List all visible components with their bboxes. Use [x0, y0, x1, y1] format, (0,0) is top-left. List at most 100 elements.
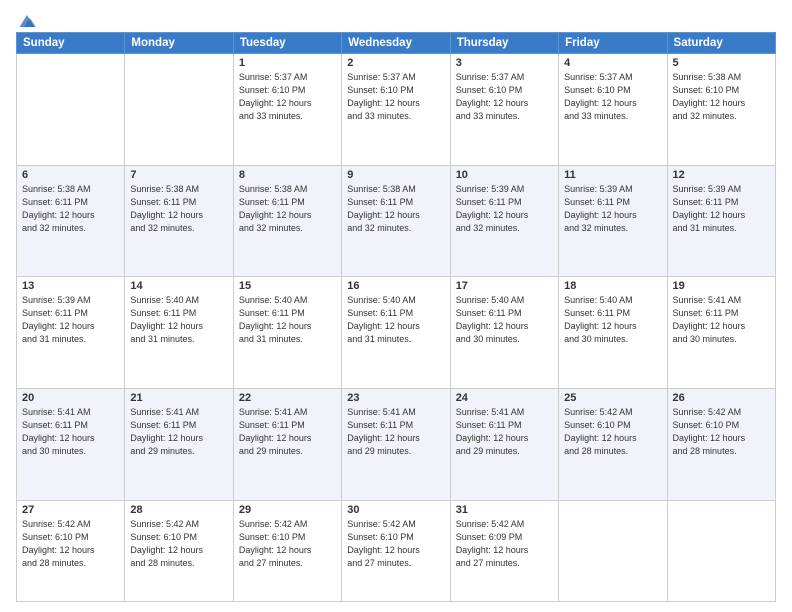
- day-number: 10: [456, 169, 553, 181]
- day-info: Sunrise: 5:37 AM Sunset: 6:10 PM Dayligh…: [564, 71, 661, 123]
- calendar-cell: 17Sunrise: 5:40 AM Sunset: 6:11 PM Dayli…: [450, 277, 558, 389]
- day-number: 24: [456, 392, 553, 404]
- calendar-cell: 30Sunrise: 5:42 AM Sunset: 6:10 PM Dayli…: [342, 500, 450, 602]
- calendar-header-saturday: Saturday: [667, 33, 775, 54]
- day-info: Sunrise: 5:42 AM Sunset: 6:09 PM Dayligh…: [456, 518, 553, 570]
- calendar-cell: 21 Sunrise: 5:41 AM Sunset: 6:11 PM Dayli…: [125, 388, 233, 500]
- calendar-cell: 24 Sunrise: 5:41 AM Sunset: 6:11 PM Dayli…: [450, 388, 558, 500]
- day-number: 12: [673, 169, 770, 181]
- day-number: 13: [22, 280, 119, 292]
- day-number: 20: [22, 392, 119, 404]
- calendar-header-monday: Monday: [125, 33, 233, 54]
- logo-icon: [18, 12, 36, 30]
- day-info: Sunrise: 5:37 AM Sunset: 6:10 PM Dayligh…: [347, 71, 444, 123]
- calendar-week-row: 13 Sunrise: 5:39 AM Sunset: 6:11 PM Dayli…: [17, 277, 776, 389]
- day-number: 8: [239, 169, 336, 181]
- calendar-cell: 7 Sunrise: 5:38 AM Sunset: 6:11 PM Daylig…: [125, 165, 233, 277]
- calendar-cell: 22 Sunrise: 5:41 AM Sunset: 6:11 PM Dayli…: [233, 388, 341, 500]
- calendar-header-thursday: Thursday: [450, 33, 558, 54]
- day-number: 28: [130, 504, 227, 516]
- day-info: Sunrise: 5:38 AM Sunset: 6:10 PM Dayligh…: [673, 71, 770, 123]
- day-info: Sunrise: 5:39 AM Sunset: 6:11 PM Dayligh…: [564, 183, 661, 235]
- calendar-cell: 6 Sunrise: 5:38 AM Sunset: 6:11 PM Daylig…: [17, 165, 125, 277]
- header: [16, 10, 776, 30]
- day-info: Sunrise: 5:39 AM Sunset: 6:11 PM Dayligh…: [456, 183, 553, 235]
- day-number: 22: [239, 392, 336, 404]
- calendar-header-wednesday: Wednesday: [342, 33, 450, 54]
- page: SundayMondayTuesdayWednesdayThursdayFrid…: [0, 0, 792, 612]
- day-number: 23: [347, 392, 444, 404]
- day-info: Sunrise: 5:42 AM Sunset: 6:10 PM Dayligh…: [673, 406, 770, 458]
- day-number: 7: [130, 169, 227, 181]
- day-info: Sunrise: 5:38 AM Sunset: 6:11 PM Dayligh…: [22, 183, 119, 235]
- calendar-cell: 14 Sunrise: 5:40 AM Sunset: 6:11 PM Dayli…: [125, 277, 233, 389]
- calendar-cell: 2 Sunrise: 5:37 AM Sunset: 6:10 PM Daylig…: [342, 54, 450, 166]
- calendar-cell: 9 Sunrise: 5:38 AM Sunset: 6:11 PM Daylig…: [342, 165, 450, 277]
- day-number: 14: [130, 280, 227, 292]
- day-info: Sunrise: 5:40 AM Sunset: 6:11 PM Dayligh…: [347, 294, 444, 346]
- day-number: 25: [564, 392, 661, 404]
- calendar-cell: 3 Sunrise: 5:37 AM Sunset: 6:10 PM Daylig…: [450, 54, 558, 166]
- day-info: Sunrise: 5:41 AM Sunset: 6:11 PM Dayligh…: [22, 406, 119, 458]
- calendar-cell: 4 Sunrise: 5:37 AM Sunset: 6:10 PM Daylig…: [559, 54, 667, 166]
- calendar-cell: 13 Sunrise: 5:39 AM Sunset: 6:11 PM Dayli…: [17, 277, 125, 389]
- day-number: 21: [130, 392, 227, 404]
- day-info: Sunrise: 5:39 AM Sunset: 6:11 PM Dayligh…: [22, 294, 119, 346]
- calendar-cell: 12 Sunrise: 5:39 AM Sunset: 6:11 PM Dayli…: [667, 165, 775, 277]
- calendar-cell: 16 Sunrise: 5:40 AM Sunset: 6:11 PM Dayli…: [342, 277, 450, 389]
- calendar-cell: 28Sunrise: 5:42 AM Sunset: 6:10 PM Dayli…: [125, 500, 233, 602]
- calendar-cell: [667, 500, 775, 602]
- day-number: 9: [347, 169, 444, 181]
- day-number: 2: [347, 57, 444, 69]
- calendar-header-friday: Friday: [559, 33, 667, 54]
- calendar-cell: [17, 54, 125, 166]
- day-info: Sunrise: 5:41 AM Sunset: 6:11 PM Dayligh…: [239, 406, 336, 458]
- day-info: Sunrise: 5:42 AM Sunset: 6:10 PM Dayligh…: [22, 518, 119, 570]
- day-number: 16: [347, 280, 444, 292]
- day-number: 4: [564, 57, 661, 69]
- day-info: Sunrise: 5:37 AM Sunset: 6:10 PM Dayligh…: [239, 71, 336, 123]
- calendar-week-row: 6 Sunrise: 5:38 AM Sunset: 6:11 PM Daylig…: [17, 165, 776, 277]
- day-info: Sunrise: 5:38 AM Sunset: 6:11 PM Dayligh…: [239, 183, 336, 235]
- day-number: 11: [564, 169, 661, 181]
- day-info: Sunrise: 5:41 AM Sunset: 6:11 PM Dayligh…: [456, 406, 553, 458]
- day-info: Sunrise: 5:41 AM Sunset: 6:11 PM Dayligh…: [347, 406, 444, 458]
- day-info: Sunrise: 5:41 AM Sunset: 6:11 PM Dayligh…: [130, 406, 227, 458]
- day-info: Sunrise: 5:37 AM Sunset: 6:10 PM Dayligh…: [456, 71, 553, 123]
- day-info: Sunrise: 5:41 AM Sunset: 6:11 PM Dayligh…: [673, 294, 770, 346]
- calendar-cell: 27 Sunrise: 5:42 AM Sunset: 6:10 PM Dayli…: [17, 500, 125, 602]
- logo: [16, 10, 38, 30]
- day-number: 15: [239, 280, 336, 292]
- day-number: 1: [239, 57, 336, 69]
- day-info: Sunrise: 5:39 AM Sunset: 6:11 PM Dayligh…: [673, 183, 770, 235]
- day-number: 19: [673, 280, 770, 292]
- calendar-cell: 18Sunrise: 5:40 AM Sunset: 6:11 PM Dayli…: [559, 277, 667, 389]
- day-info: Sunrise: 5:42 AM Sunset: 6:10 PM Dayligh…: [347, 518, 444, 570]
- day-info: Sunrise: 5:42 AM Sunset: 6:10 PM Dayligh…: [564, 406, 661, 458]
- calendar-cell: [125, 54, 233, 166]
- calendar-cell: 1 Sunrise: 5:37 AM Sunset: 6:10 PM Daylig…: [233, 54, 341, 166]
- day-number: 27: [22, 504, 119, 516]
- day-info: Sunrise: 5:40 AM Sunset: 6:11 PM Dayligh…: [239, 294, 336, 346]
- calendar-cell: 26 Sunrise: 5:42 AM Sunset: 6:10 PM Dayli…: [667, 388, 775, 500]
- day-number: 3: [456, 57, 553, 69]
- calendar-cell: 19 Sunrise: 5:41 AM Sunset: 6:11 PM Dayli…: [667, 277, 775, 389]
- day-number: 29: [239, 504, 336, 516]
- calendar-header-row: SundayMondayTuesdayWednesdayThursdayFrid…: [17, 33, 776, 54]
- calendar-week-row: 27 Sunrise: 5:42 AM Sunset: 6:10 PM Dayli…: [17, 500, 776, 602]
- calendar-header-sunday: Sunday: [17, 33, 125, 54]
- calendar-week-row: 1 Sunrise: 5:37 AM Sunset: 6:10 PM Daylig…: [17, 54, 776, 166]
- day-info: Sunrise: 5:42 AM Sunset: 6:10 PM Dayligh…: [239, 518, 336, 570]
- day-number: 26: [673, 392, 770, 404]
- day-info: Sunrise: 5:38 AM Sunset: 6:11 PM Dayligh…: [347, 183, 444, 235]
- day-number: 31: [456, 504, 553, 516]
- calendar-table: SundayMondayTuesdayWednesdayThursdayFrid…: [16, 32, 776, 602]
- day-number: 6: [22, 169, 119, 181]
- calendar-cell: 29 Sunrise: 5:42 AM Sunset: 6:10 PM Dayli…: [233, 500, 341, 602]
- calendar-week-row: 20 Sunrise: 5:41 AM Sunset: 6:11 PM Dayli…: [17, 388, 776, 500]
- calendar-cell: 23 Sunrise: 5:41 AM Sunset: 6:11 PM Dayli…: [342, 388, 450, 500]
- day-info: Sunrise: 5:38 AM Sunset: 6:11 PM Dayligh…: [130, 183, 227, 235]
- day-info: Sunrise: 5:40 AM Sunset: 6:11 PM Dayligh…: [564, 294, 661, 346]
- day-info: Sunrise: 5:40 AM Sunset: 6:11 PM Dayligh…: [130, 294, 227, 346]
- calendar-cell: 10 Sunrise: 5:39 AM Sunset: 6:11 PM Dayli…: [450, 165, 558, 277]
